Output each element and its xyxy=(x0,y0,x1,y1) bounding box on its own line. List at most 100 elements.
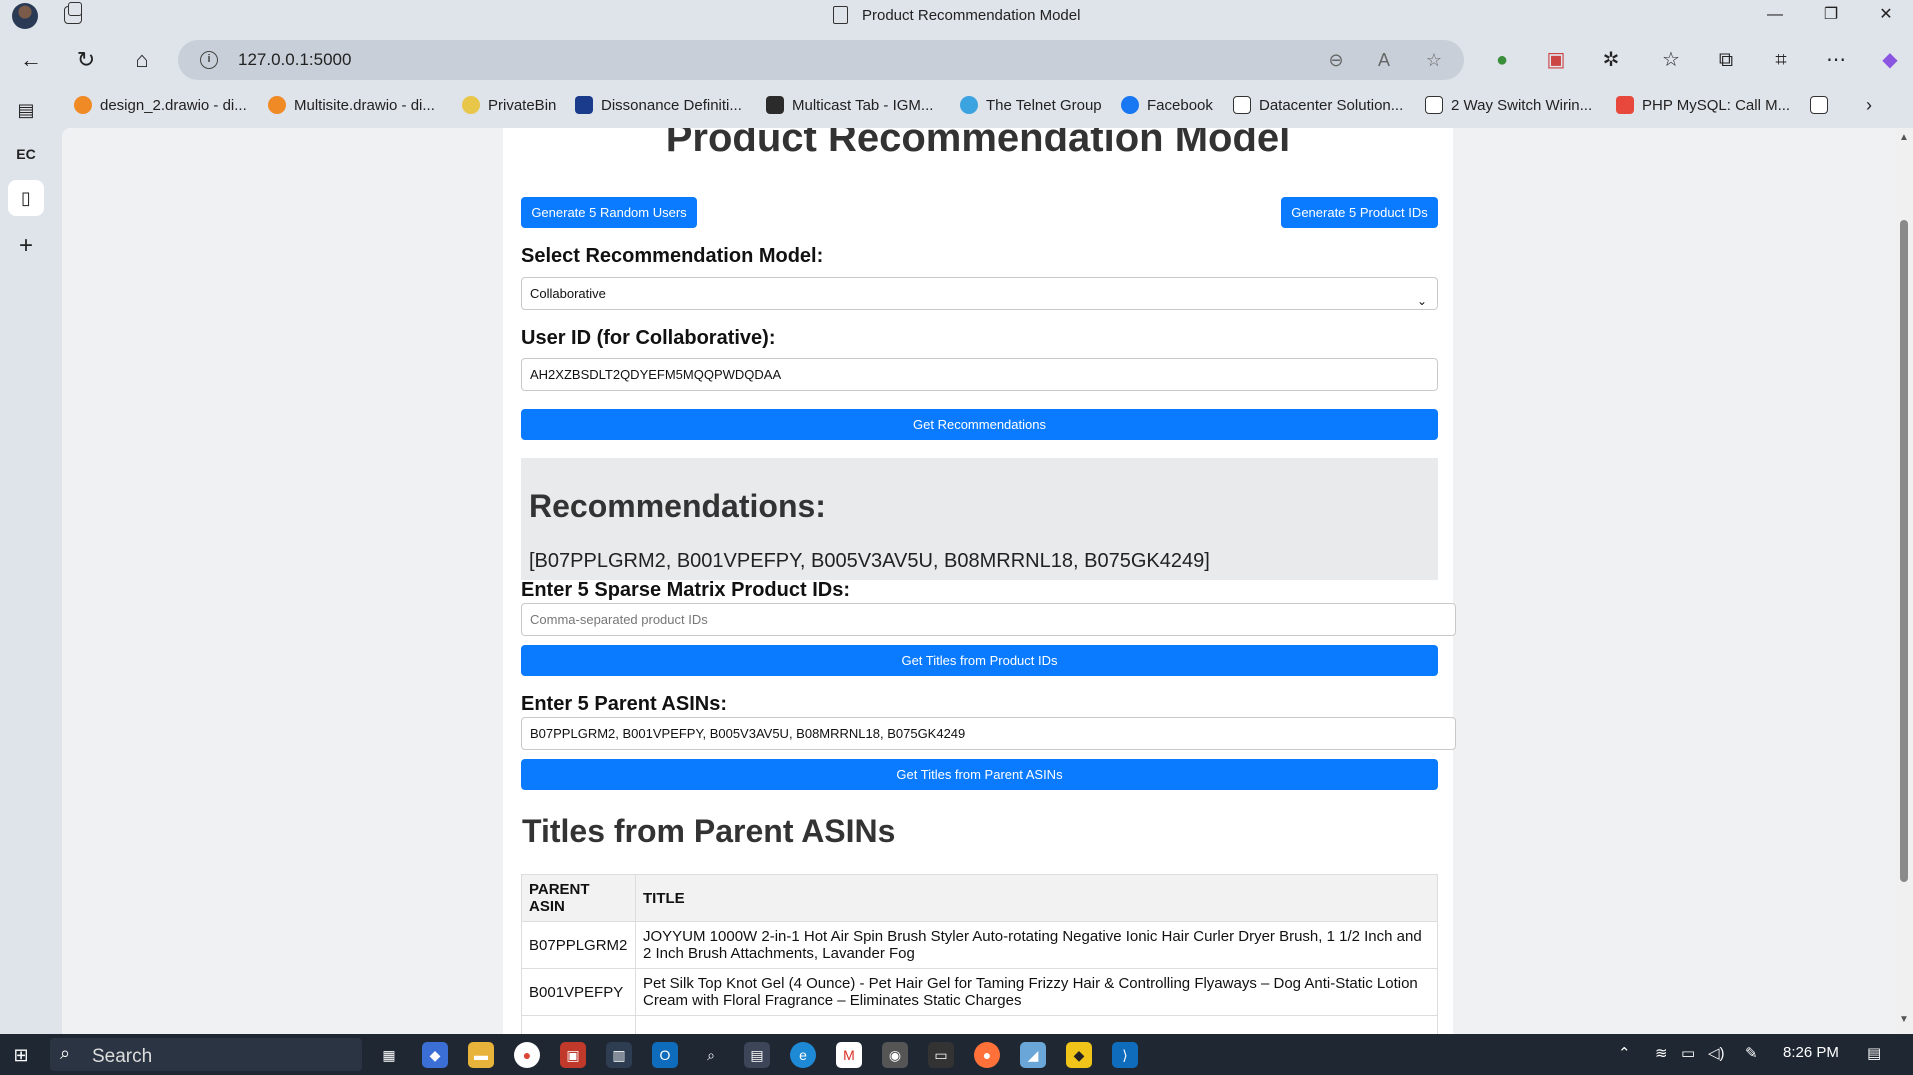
vertical-scrollbar[interactable]: ▲ ▼ xyxy=(1895,128,1913,1034)
pen-icon[interactable]: ✎ xyxy=(1745,1044,1758,1062)
favorite-link[interactable]: Multisite.drawio - di... xyxy=(268,94,435,116)
restore-button[interactable]: ❐ xyxy=(1802,0,1860,30)
notifications-icon[interactable]: ▤ xyxy=(1867,1044,1881,1062)
chevron-right-icon[interactable]: › xyxy=(1866,94,1872,116)
sparse-ids-input[interactable]: Comma-separated product IDs xyxy=(521,603,1456,636)
column-header-title: TITLE xyxy=(635,874,1438,922)
model-select[interactable]: Collaborative ⌄ xyxy=(521,277,1438,310)
new-tab-plus-icon[interactable]: + xyxy=(8,228,44,264)
search-icon: ⌕ xyxy=(60,1043,71,1063)
clock-time[interactable]: 8:26 PM xyxy=(1783,1044,1839,1061)
minimize-button[interactable]: — xyxy=(1746,0,1804,30)
chevron-up-icon[interactable]: ⌃ xyxy=(1618,1044,1631,1062)
drawio-icon xyxy=(268,96,286,114)
battery-icon[interactable]: ▭ xyxy=(1681,1044,1695,1062)
app-icon[interactable]: ◢ xyxy=(1020,1042,1046,1068)
favorite-link[interactable]: 2 Way Switch Wirin... xyxy=(1425,94,1592,116)
favorites-more-page-icon[interactable] xyxy=(1810,94,1836,116)
favorite-link[interactable]: PrivateBin xyxy=(462,94,556,116)
tab-page-icon[interactable]: ▯ xyxy=(8,180,44,216)
favorite-link[interactable]: Facebook xyxy=(1121,94,1213,116)
app-icon[interactable]: ▣ xyxy=(560,1042,586,1068)
home-icon[interactable]: ⌂ xyxy=(124,42,160,78)
asin-cell xyxy=(521,1015,636,1034)
task-view-icon[interactable]: ▦ xyxy=(376,1042,402,1068)
site-info-icon[interactable]: i xyxy=(200,51,218,69)
wifi-icon[interactable]: ≋ xyxy=(1655,1044,1668,1062)
page-icon xyxy=(1425,96,1443,114)
title-cell: JOYYUM 1000W 2-in-1 Hot Air Spin Brush S… xyxy=(635,921,1438,969)
extension-globe-icon[interactable]: ● xyxy=(1488,46,1516,74)
favorite-link[interactable]: design_2.drawio - di... xyxy=(74,94,247,116)
generate-random-users-button[interactable]: Generate 5 Random Users xyxy=(521,197,697,228)
vscode-icon[interactable]: ⟩ xyxy=(1112,1042,1138,1068)
scroll-up-icon[interactable]: ▲ xyxy=(1899,132,1909,143)
edge-icon[interactable]: e xyxy=(790,1042,816,1068)
favorite-link[interactable]: The Telnet Group xyxy=(960,94,1102,116)
table-row xyxy=(521,1015,1438,1034)
drawio-icon xyxy=(74,96,92,114)
favorite-link[interactable]: Multicast Tab - IGM... xyxy=(766,94,933,116)
app-icon[interactable]: ◉ xyxy=(882,1042,908,1068)
page-viewport: Product Recommendation Model Generate 5 … xyxy=(62,128,1913,1034)
zoom-icon[interactable]: ⊖ xyxy=(1324,48,1348,72)
generate-product-ids-button[interactable]: Generate 5 Product IDs xyxy=(1281,197,1438,228)
windows-start-icon[interactable]: ⊞ xyxy=(8,1042,34,1068)
table-header-row: PARENT ASIN TITLE xyxy=(521,874,1438,922)
page-title: Product Recommendation Model xyxy=(665,128,1291,160)
more-menu-icon[interactable]: ⋯ xyxy=(1822,46,1850,74)
close-button[interactable]: ✕ xyxy=(1857,0,1913,30)
screenshot-icon[interactable]: ⌗ xyxy=(1767,46,1795,74)
get-titles-from-product-ids-button[interactable]: Get Titles from Product IDs xyxy=(521,645,1438,676)
chevron-down-icon: ⌄ xyxy=(1416,294,1427,308)
chrome-icon[interactable]: ● xyxy=(514,1042,540,1068)
page-icon xyxy=(1233,96,1251,114)
tab-ec-icon[interactable]: EC xyxy=(8,136,44,172)
favorite-link[interactable]: Dissonance Definiti... xyxy=(575,94,742,116)
window-title: Product Recommendation Model xyxy=(862,7,1081,24)
git-icon[interactable]: ◆ xyxy=(1066,1042,1092,1068)
title-cell xyxy=(635,1015,1438,1034)
volume-icon[interactable]: ◁) xyxy=(1708,1044,1725,1062)
favorite-star-icon[interactable]: ☆ xyxy=(1422,48,1446,72)
favorite-link[interactable]: Datacenter Solution... xyxy=(1233,94,1403,116)
asin-cell: B07PPLGRM2 xyxy=(521,921,636,969)
address-bar[interactable]: i 127.0.0.1:5000 ⊖ A ☆ xyxy=(178,40,1464,80)
favorite-link[interactable]: PHP MySQL: Call M... xyxy=(1616,94,1790,116)
titles-table: PARENT ASIN TITLE B07PPLGRM2 JOYYUM 1000… xyxy=(521,874,1438,1034)
tab-actions-icon[interactable] xyxy=(64,2,82,24)
parent-asins-input[interactable]: B07PPLGRM2, B001VPEFPY, B005V3AV5U, B08M… xyxy=(521,717,1456,750)
firefox-icon[interactable]: ● xyxy=(974,1042,1000,1068)
telnet-icon xyxy=(960,96,978,114)
gmail-icon[interactable]: M xyxy=(836,1042,862,1068)
outlook-icon[interactable]: O xyxy=(652,1042,678,1068)
extensions-puzzle-icon[interactable]: ✲ xyxy=(1597,46,1625,74)
back-arrow-icon[interactable]: ← xyxy=(13,42,49,78)
profile-avatar[interactable] xyxy=(12,3,38,29)
title-bar: Product Recommendation Model — ❐ ✕ xyxy=(0,0,1913,30)
userid-label: User ID (for Collaborative): xyxy=(521,327,776,349)
asin-cell: B001VPEFPY xyxy=(521,968,636,1016)
get-recommendations-button[interactable]: Get Recommendations xyxy=(521,409,1438,440)
get-titles-from-parent-asins-button[interactable]: Get Titles from Parent ASINs xyxy=(521,759,1438,790)
scroll-down-icon[interactable]: ▼ xyxy=(1899,1014,1909,1025)
calculator-icon[interactable]: ▤ xyxy=(744,1042,770,1068)
copilot-icon[interactable]: ◆ xyxy=(1876,46,1904,74)
site-s-icon xyxy=(766,96,784,114)
scrollbar-thumb[interactable] xyxy=(1900,220,1908,882)
extension-cast-icon[interactable]: ▣ xyxy=(1542,46,1570,74)
magnifier-icon[interactable]: ⌕ xyxy=(698,1042,724,1068)
url-text[interactable]: 127.0.0.1:5000 xyxy=(238,50,351,70)
favorites-icon[interactable]: ☆ xyxy=(1657,46,1685,74)
refresh-icon[interactable]: ↻ xyxy=(68,42,104,78)
app-icon[interactable]: ▥ xyxy=(606,1042,632,1068)
userid-input[interactable]: AH2XZBSDLT2QDYEFM5MQQPWDQDAA xyxy=(521,358,1438,391)
collections-icon[interactable]: ⧉ xyxy=(1712,46,1740,74)
file-explorer-icon[interactable]: ▬ xyxy=(468,1042,494,1068)
terminal-icon[interactable]: ▭ xyxy=(928,1042,954,1068)
read-aloud-icon[interactable]: A xyxy=(1372,48,1396,72)
workspaces-icon[interactable]: ▤ xyxy=(8,92,44,128)
app-container: Product Recommendation Model Generate 5 … xyxy=(503,128,1456,1034)
copilot-app-icon[interactable]: ◆ xyxy=(422,1042,448,1068)
taskbar-search[interactable]: ⌕ Search xyxy=(50,1038,362,1071)
